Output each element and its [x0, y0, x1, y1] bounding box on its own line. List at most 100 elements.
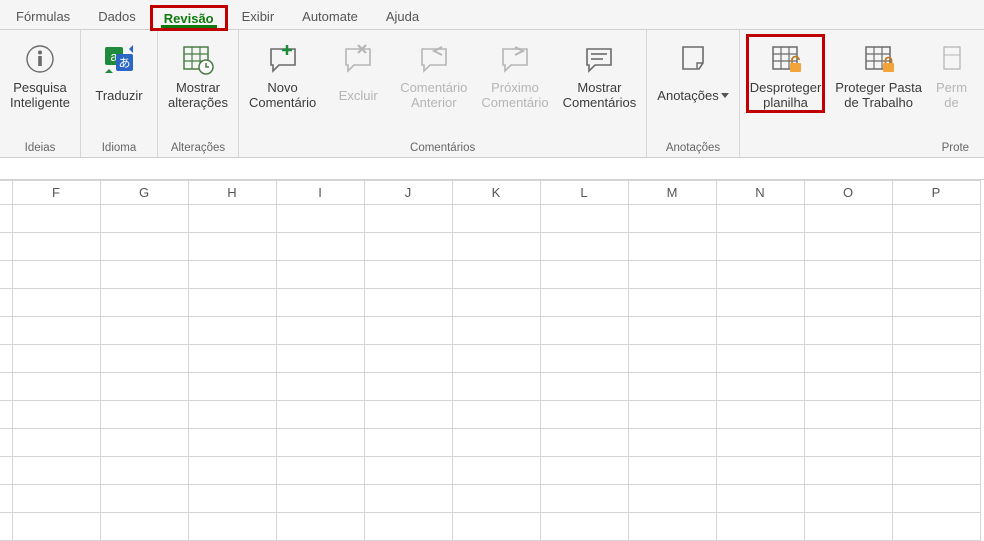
cell[interactable] — [892, 457, 980, 485]
cell[interactable] — [12, 485, 100, 513]
cell[interactable] — [892, 401, 980, 429]
cell[interactable] — [276, 373, 364, 401]
tab-ajuda[interactable]: Ajuda — [372, 3, 433, 29]
cell[interactable] — [188, 485, 276, 513]
cell[interactable] — [188, 401, 276, 429]
cell[interactable] — [276, 289, 364, 317]
cell[interactable] — [12, 457, 100, 485]
col-header[interactable]: F — [12, 181, 100, 205]
cell[interactable] — [540, 233, 628, 261]
cell[interactable] — [628, 289, 716, 317]
cell[interactable] — [892, 261, 980, 289]
cell[interactable] — [188, 289, 276, 317]
cell[interactable] — [188, 373, 276, 401]
cell[interactable] — [188, 513, 276, 541]
cell[interactable] — [628, 513, 716, 541]
cell[interactable] — [804, 233, 892, 261]
cell[interactable] — [804, 317, 892, 345]
cell[interactable] — [100, 233, 188, 261]
cell[interactable] — [452, 429, 540, 457]
cell[interactable] — [540, 317, 628, 345]
cell[interactable] — [452, 485, 540, 513]
cell[interactable] — [188, 317, 276, 345]
cell[interactable] — [452, 233, 540, 261]
protect-workbook-button[interactable]: Proteger Pasta de Trabalho — [831, 34, 926, 110]
show-changes-button[interactable]: Mostrar alterações — [164, 34, 232, 110]
translate-button[interactable]: a あ Traduzir — [87, 34, 151, 110]
unprotect-sheet-button[interactable]: Desproteger planilha — [746, 34, 826, 113]
cell[interactable] — [892, 345, 980, 373]
cell[interactable] — [804, 345, 892, 373]
cell[interactable] — [540, 485, 628, 513]
cell[interactable] — [804, 205, 892, 233]
cell[interactable] — [716, 373, 804, 401]
col-header[interactable]: G — [100, 181, 188, 205]
cell[interactable] — [628, 317, 716, 345]
cell[interactable] — [628, 401, 716, 429]
formula-bar[interactable] — [0, 158, 984, 180]
col-header[interactable]: H — [188, 181, 276, 205]
cell[interactable] — [100, 513, 188, 541]
cell[interactable] — [100, 261, 188, 289]
cell[interactable] — [276, 485, 364, 513]
cell[interactable] — [716, 401, 804, 429]
cell[interactable] — [540, 289, 628, 317]
cell[interactable] — [540, 205, 628, 233]
cell[interactable] — [804, 485, 892, 513]
col-header[interactable]: L — [540, 181, 628, 205]
cell[interactable] — [12, 205, 100, 233]
cell[interactable] — [100, 317, 188, 345]
cell[interactable] — [364, 233, 452, 261]
cell[interactable] — [276, 345, 364, 373]
cell[interactable] — [716, 205, 804, 233]
col-header[interactable]: O — [804, 181, 892, 205]
cell[interactable] — [804, 457, 892, 485]
cell[interactable] — [716, 233, 804, 261]
cell[interactable] — [188, 233, 276, 261]
spreadsheet-grid[interactable]: F G H I J K L M N O P — [0, 180, 981, 541]
col-header[interactable]: J — [364, 181, 452, 205]
cell[interactable] — [716, 289, 804, 317]
cell[interactable] — [628, 345, 716, 373]
cell[interactable] — [12, 345, 100, 373]
cell[interactable] — [892, 289, 980, 317]
cell[interactable] — [540, 261, 628, 289]
cell[interactable] — [188, 429, 276, 457]
col-header[interactable]: M — [628, 181, 716, 205]
cell[interactable] — [540, 373, 628, 401]
cell[interactable] — [364, 513, 452, 541]
cell[interactable] — [804, 261, 892, 289]
notes-button[interactable]: Anotações — [653, 34, 732, 110]
cell[interactable] — [452, 345, 540, 373]
cell[interactable] — [276, 457, 364, 485]
cell[interactable] — [804, 289, 892, 317]
col-header[interactable]: P — [892, 181, 980, 205]
cell[interactable] — [628, 205, 716, 233]
cell[interactable] — [276, 205, 364, 233]
cell[interactable] — [540, 513, 628, 541]
cell[interactable] — [628, 233, 716, 261]
cell[interactable] — [276, 233, 364, 261]
cell[interactable] — [100, 429, 188, 457]
cell[interactable] — [188, 261, 276, 289]
cell[interactable] — [628, 261, 716, 289]
cell[interactable] — [452, 513, 540, 541]
show-comments-button[interactable]: Mostrar Comentários — [559, 34, 641, 110]
cell[interactable] — [12, 261, 100, 289]
cell[interactable] — [364, 485, 452, 513]
cell[interactable] — [716, 345, 804, 373]
cell[interactable] — [716, 429, 804, 457]
cell[interactable] — [540, 345, 628, 373]
cell[interactable] — [452, 457, 540, 485]
cell[interactable] — [452, 373, 540, 401]
cell[interactable] — [12, 373, 100, 401]
cell[interactable] — [628, 457, 716, 485]
cell[interactable] — [364, 289, 452, 317]
cell[interactable] — [276, 429, 364, 457]
cell[interactable] — [716, 513, 804, 541]
cell[interactable] — [12, 429, 100, 457]
cell[interactable] — [892, 317, 980, 345]
cell[interactable] — [452, 289, 540, 317]
tab-formulas[interactable]: Fórmulas — [2, 3, 84, 29]
cell[interactable] — [364, 317, 452, 345]
